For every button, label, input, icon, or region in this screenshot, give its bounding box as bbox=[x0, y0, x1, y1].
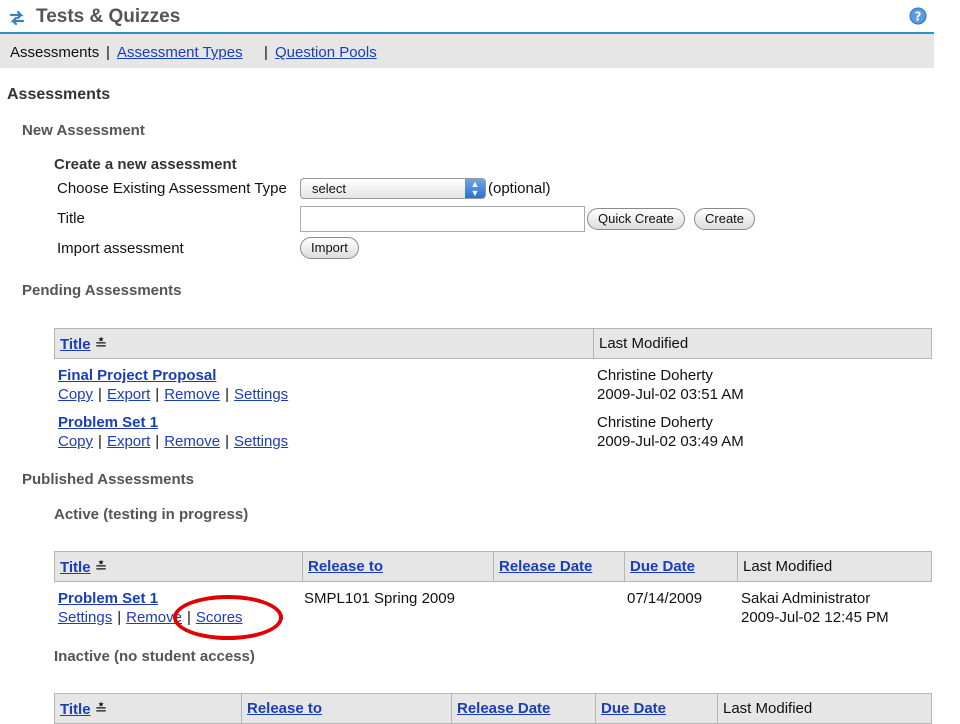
sort-icon[interactable]: ≛ bbox=[95, 559, 108, 576]
modified-at: 2009-Jul-02 12:45 PM bbox=[741, 609, 889, 626]
create-new-heading: Create a new assessment bbox=[54, 156, 237, 173]
refresh-arrows-icon[interactable] bbox=[8, 8, 26, 28]
col-last-modified: Last Modified bbox=[593, 329, 931, 358]
col-release-date[interactable]: Release Date bbox=[451, 694, 595, 723]
modified-by: Christine Doherty bbox=[597, 367, 713, 384]
settings-link[interactable]: Settings bbox=[58, 609, 112, 626]
copy-link[interactable]: Copy bbox=[58, 386, 93, 403]
assessment-title-link[interactable]: Problem Set 1 bbox=[58, 590, 158, 607]
modified-by: Sakai Administrator bbox=[741, 590, 871, 607]
pending-table-header: Title ≛ Last Modified bbox=[54, 328, 932, 359]
nav-separator: | bbox=[106, 44, 110, 61]
sort-release-date-link[interactable]: Release Date bbox=[457, 700, 550, 717]
nav-separator: | bbox=[264, 44, 268, 61]
col-release-to[interactable]: Release to bbox=[241, 694, 451, 723]
last-modified-cell: Sakai Administrator 2009-Jul-02 12:45 PM bbox=[741, 589, 889, 627]
nav-link-question-pools[interactable]: Question Pools bbox=[275, 44, 377, 61]
remove-link[interactable]: Remove bbox=[164, 433, 220, 450]
col-last-modified-label: Last Modified bbox=[743, 558, 833, 575]
export-link[interactable]: Export bbox=[107, 433, 150, 450]
col-title[interactable]: Title ≛ bbox=[55, 552, 302, 581]
inactive-table-header: Title ≛ Release to Release Date Due Date… bbox=[54, 693, 932, 724]
sort-title-link[interactable]: Title bbox=[60, 559, 91, 576]
remove-link[interactable]: Remove bbox=[164, 386, 220, 403]
choose-type-label: Choose Existing Assessment Type bbox=[57, 180, 287, 197]
tool-nav-bar: Assessments | Assessment Types | Questio… bbox=[0, 34, 934, 68]
optional-note: (optional) bbox=[488, 180, 551, 197]
assessment-title-link[interactable]: Final Project Proposal bbox=[58, 367, 216, 384]
new-assessment-heading: New Assessment bbox=[22, 122, 145, 139]
inactive-heading: Inactive (no student access) bbox=[54, 648, 255, 665]
sort-release-to-link[interactable]: Release to bbox=[247, 700, 322, 717]
sort-due-date-link[interactable]: Due Date bbox=[601, 700, 666, 717]
col-title[interactable]: Title ≛ bbox=[55, 694, 241, 723]
import-label: Import assessment bbox=[57, 240, 184, 257]
assessment-title-link[interactable]: Problem Set 1 bbox=[58, 414, 158, 431]
col-title[interactable]: Title ≛ bbox=[55, 329, 593, 358]
published-assessments-heading: Published Assessments bbox=[22, 471, 195, 488]
page-heading: Assessments bbox=[7, 86, 111, 103]
sort-title-link[interactable]: Title bbox=[60, 701, 91, 718]
select-arrows-icon: ▲ ▼ bbox=[465, 179, 485, 198]
settings-link[interactable]: Settings bbox=[234, 433, 288, 450]
create-button[interactable]: Create bbox=[694, 208, 756, 230]
annotation-highlight-ring bbox=[173, 595, 283, 640]
quick-create-button[interactable]: Quick Create bbox=[587, 208, 685, 230]
col-last-modified-label: Last Modified bbox=[723, 700, 813, 717]
title-label: Title bbox=[57, 210, 85, 227]
active-table-header: Title ≛ Release to Release Date Due Date… bbox=[54, 551, 932, 582]
help-icon[interactable]: ? bbox=[909, 7, 927, 25]
sort-title-link[interactable]: Title bbox=[60, 336, 91, 353]
select-value: select bbox=[312, 181, 346, 196]
col-last-modified: Last Modified bbox=[717, 694, 931, 723]
last-modified-cell: Christine Doherty 2009-Jul-02 03:51 AM bbox=[597, 366, 744, 404]
sort-icon[interactable]: ≛ bbox=[95, 701, 108, 718]
release-to-cell: SMPL101 Spring 2009 bbox=[304, 590, 455, 607]
table-row: Problem Set 1 Copy | Export | Remove | Setting… bbox=[58, 414, 289, 450]
sort-release-date-link[interactable]: Release Date bbox=[499, 558, 592, 575]
svg-text:?: ? bbox=[915, 10, 922, 24]
active-heading: Active (testing in progress) bbox=[54, 506, 249, 523]
assessment-type-select[interactable]: select ▲ ▼ bbox=[300, 178, 486, 199]
due-date-cell: 07/14/2009 bbox=[627, 590, 703, 607]
col-release-to[interactable]: Release to bbox=[302, 552, 493, 581]
export-link[interactable]: Export bbox=[107, 386, 150, 403]
last-modified-cell: Christine Doherty 2009-Jul-02 03:49 AM bbox=[597, 413, 744, 451]
col-due-date[interactable]: Due Date bbox=[595, 694, 717, 723]
nav-current-assessments: Assessments bbox=[10, 44, 100, 61]
tool-title: Tests & Quizzes bbox=[36, 6, 181, 27]
settings-link[interactable]: Settings bbox=[234, 386, 288, 403]
import-button[interactable]: Import bbox=[300, 237, 359, 259]
col-due-date[interactable]: Due Date bbox=[624, 552, 737, 581]
modified-at: 2009-Jul-02 03:51 AM bbox=[597, 386, 744, 403]
sort-icon[interactable]: ≛ bbox=[95, 336, 108, 353]
col-last-modified: Last Modified bbox=[737, 552, 931, 581]
title-input[interactable] bbox=[300, 206, 585, 232]
pending-assessments-heading: Pending Assessments bbox=[22, 282, 182, 299]
col-last-modified-label: Last Modified bbox=[599, 335, 689, 352]
copy-link[interactable]: Copy bbox=[58, 433, 93, 450]
sort-release-to-link[interactable]: Release to bbox=[308, 558, 383, 575]
table-row: Final Project Proposal Copy | Export | Remov… bbox=[58, 367, 289, 403]
nav-link-assessment-types[interactable]: Assessment Types bbox=[117, 44, 243, 61]
modified-at: 2009-Jul-02 03:49 AM bbox=[597, 433, 744, 450]
col-release-date[interactable]: Release Date bbox=[493, 552, 624, 581]
modified-by: Christine Doherty bbox=[597, 414, 713, 431]
sort-due-date-link[interactable]: Due Date bbox=[630, 558, 695, 575]
